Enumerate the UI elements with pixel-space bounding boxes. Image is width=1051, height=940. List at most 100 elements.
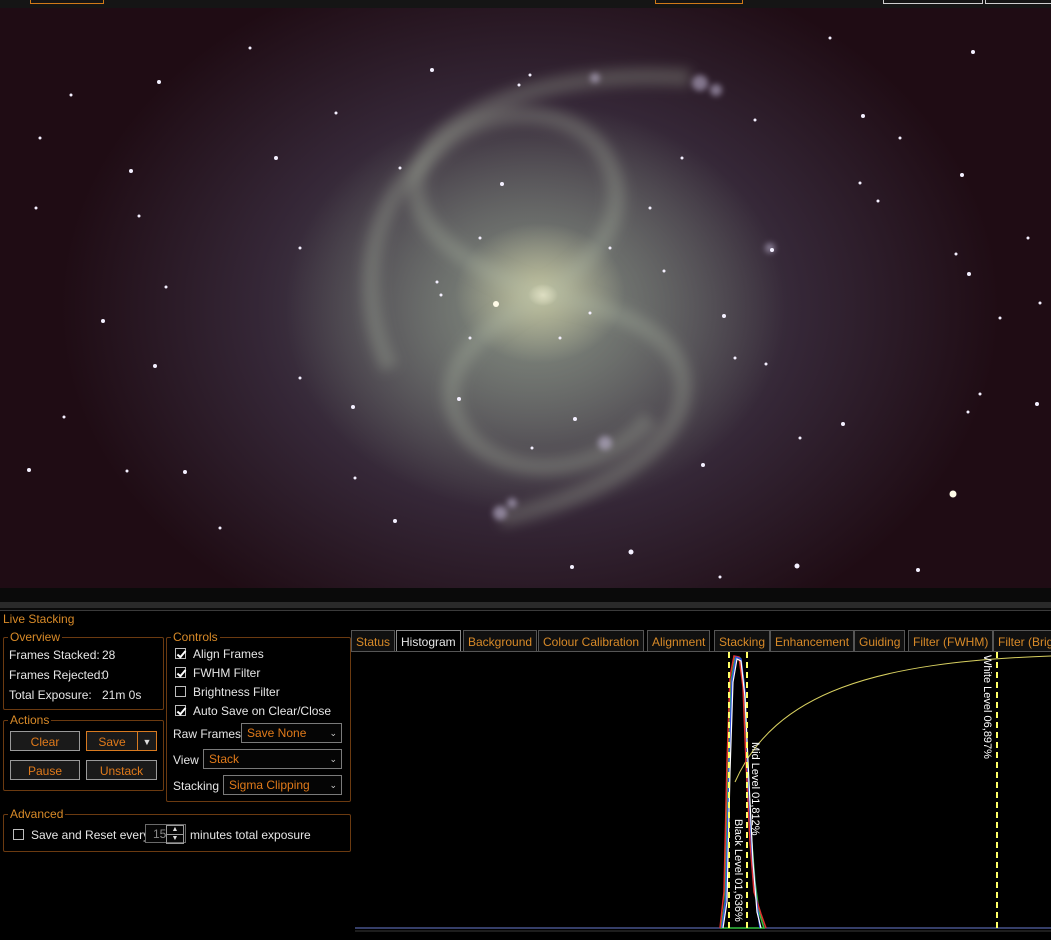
unstack-button[interactable]: Unstack [86, 760, 157, 780]
star [573, 417, 577, 421]
tab-colour-calibration[interactable]: Colour Calibration [538, 630, 645, 652]
star [570, 565, 574, 569]
stacked-image-view[interactable] [0, 8, 1051, 588]
save-button[interactable]: Save [86, 731, 138, 751]
save-dropdown-button[interactable]: ▼ [137, 731, 157, 751]
chevron-down-icon: ⌄ [329, 780, 337, 790]
advanced-legend: Advanced [10, 807, 64, 821]
star [978, 392, 982, 396]
fwhm-filter-checkbox[interactable] [175, 667, 186, 678]
star [588, 311, 592, 315]
star [722, 314, 726, 318]
star [430, 68, 434, 72]
star [971, 50, 975, 54]
brightness-filter-checkbox[interactable] [175, 686, 186, 697]
star [998, 316, 1002, 320]
clear-button[interactable]: Clear [10, 731, 80, 751]
tab-alignment[interactable]: Alignment [647, 630, 711, 652]
star [137, 214, 141, 218]
toolbar-button-mid[interactable] [655, 0, 743, 4]
toolbar-field-1[interactable] [883, 0, 983, 4]
star [435, 280, 439, 284]
star [648, 206, 652, 210]
star [733, 356, 737, 360]
star [248, 46, 252, 50]
fwhm-filter-label: FWHM Filter [193, 666, 261, 680]
auto-save-checkbox[interactable] [175, 705, 186, 716]
spiral-arms [362, 67, 693, 527]
star [62, 415, 66, 419]
view-select[interactable]: Stack ⌄ [203, 749, 342, 769]
star [125, 469, 129, 473]
star [960, 173, 964, 177]
star [27, 468, 31, 472]
histogram-plot [355, 652, 1051, 932]
frames-stacked-label: Frames Stacked: [9, 648, 100, 662]
white-level-label: White Level 06,897% [981, 655, 993, 759]
pause-button[interactable]: Pause [10, 760, 80, 780]
star [478, 236, 482, 240]
align-frames-label: Align Frames [193, 647, 264, 661]
panel-title: Live Stacking [3, 612, 75, 626]
spin-down-icon[interactable]: ▼ [166, 834, 184, 844]
histogram-view[interactable]: Black Level 01,636% Mid Level 01,812% Wh… [355, 652, 1051, 935]
star [1026, 236, 1030, 240]
star [157, 80, 161, 84]
horizontal-scrollbar[interactable] [0, 602, 1051, 608]
top-toolbar-strip [0, 0, 1051, 8]
view-label: View [173, 753, 199, 767]
tab-histogram[interactable]: Histogram [396, 630, 461, 652]
star [680, 156, 684, 160]
tab-status[interactable]: Status [351, 630, 396, 652]
stretch-curve [734, 655, 1051, 783]
star [967, 272, 971, 276]
star [753, 118, 757, 122]
brightness-filter-label: Brightness Filter [193, 685, 280, 699]
star [876, 199, 880, 203]
star [828, 36, 832, 40]
star [274, 156, 278, 160]
star [841, 422, 845, 426]
tab-filter-brightness[interactable]: Filter (Brig [993, 630, 1051, 652]
tab-guiding[interactable]: Guiding [854, 630, 906, 652]
tab-stacking[interactable]: Stacking [714, 630, 771, 652]
star [393, 519, 397, 523]
star [164, 285, 168, 289]
star [628, 549, 634, 555]
star [183, 470, 187, 474]
star [558, 336, 562, 340]
star [38, 136, 42, 140]
star [334, 111, 338, 115]
star [858, 181, 862, 185]
tab-enhancement[interactable]: Enhancement [770, 630, 855, 652]
controls-legend: Controls [173, 630, 218, 644]
toolbar-button-left[interactable] [30, 0, 104, 4]
stacking-label: Stacking [173, 779, 220, 793]
star [101, 319, 105, 323]
star [949, 490, 957, 498]
frames-rejected-value: 0 [102, 668, 109, 682]
raw-frames-value: Save None [247, 726, 307, 740]
star [153, 364, 157, 368]
star [662, 269, 666, 273]
star [351, 405, 355, 409]
toolbar-field-2[interactable] [985, 0, 1051, 4]
minutes-spinner[interactable]: 15 ▲ ▼ [145, 824, 186, 844]
star [916, 568, 920, 572]
star [493, 301, 499, 307]
stacking-select[interactable]: Sigma Clipping ⌄ [223, 775, 342, 795]
tab-background[interactable]: Background [463, 630, 538, 652]
auto-save-label: Auto Save on Clear/Close [193, 704, 332, 718]
star [764, 362, 768, 366]
star [966, 410, 970, 414]
star [861, 114, 865, 118]
star [528, 73, 532, 77]
tab-filter-fwhm[interactable]: Filter (FWHM) [908, 630, 994, 652]
save-reset-checkbox[interactable] [13, 829, 24, 840]
star [954, 252, 958, 256]
frames-stacked-value: 28 [102, 648, 116, 662]
save-reset-label: Save and Reset every [31, 828, 150, 842]
raw-frames-select[interactable]: Save None ⌄ [241, 723, 342, 743]
mid-level-label: Mid Level 01,812% [749, 742, 761, 836]
align-frames-checkbox[interactable] [175, 648, 186, 659]
